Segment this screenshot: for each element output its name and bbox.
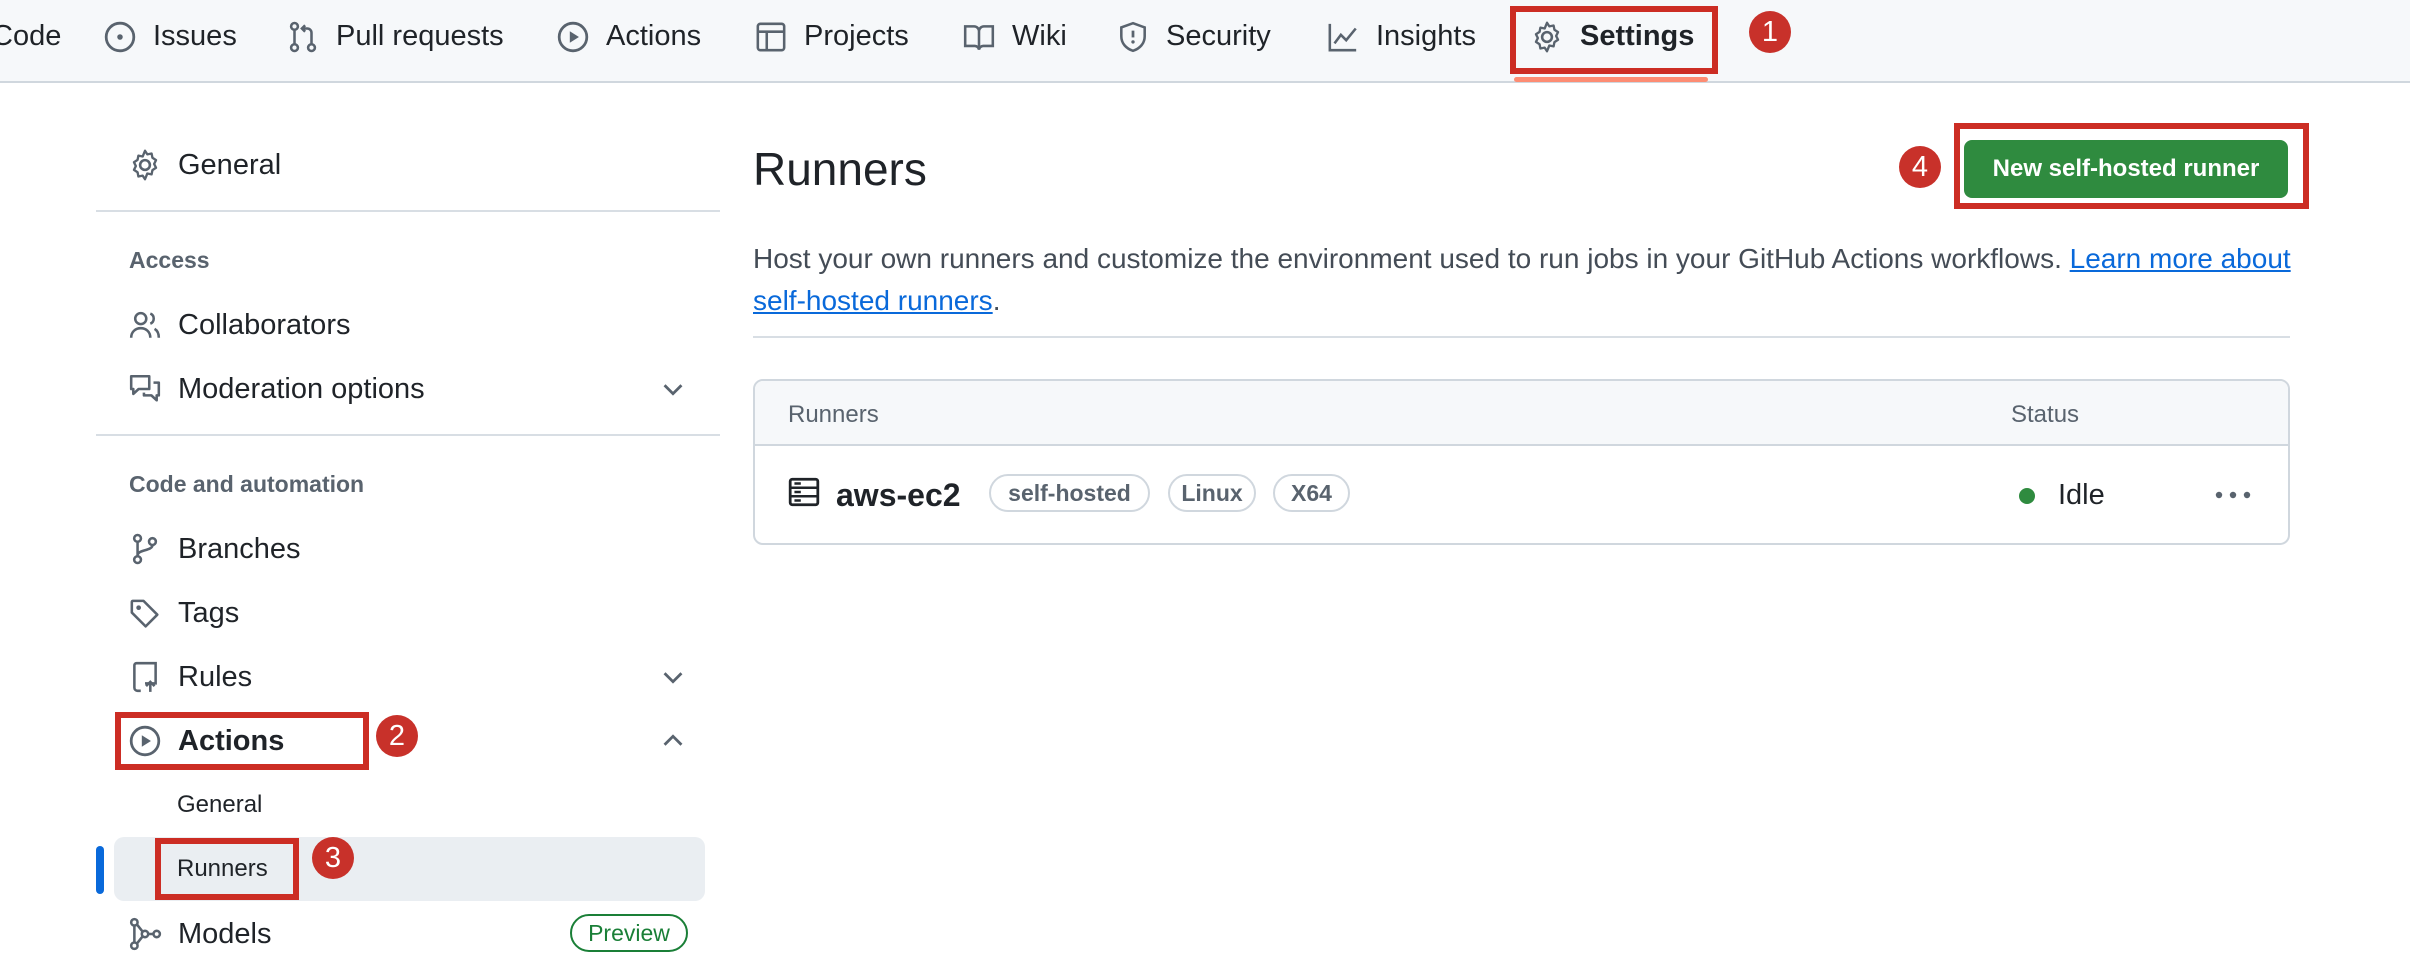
play-icon: [557, 21, 589, 52]
runners-table: Runners Status aws-ec2 self-hosted Linux…: [753, 379, 2290, 545]
annotation-frame-settings: [1510, 6, 1718, 74]
chevron-up-icon[interactable]: [658, 726, 688, 756]
table-header: Runners Status: [755, 381, 2288, 446]
selected-item-marker: [96, 846, 104, 894]
book-icon: [963, 24, 995, 50]
tab-wiki[interactable]: Wiki: [962, 0, 1067, 73]
repo-push-icon: [133, 661, 157, 693]
runner-label-pill: X64: [1273, 474, 1350, 512]
annotation-badge-3: 3: [312, 837, 354, 879]
content-divider: [753, 336, 2290, 338]
repo-nav: Code Issues Pull requests Actions Projec…: [0, 0, 2410, 83]
runner-name-link[interactable]: aws-ec2: [836, 477, 961, 514]
chevron-down-icon[interactable]: [658, 374, 688, 404]
runner-label-pill: Linux: [1168, 474, 1256, 512]
annotation-badge-1: 1: [1749, 11, 1791, 53]
sidebar-heading-access: Access: [129, 247, 210, 273]
column-header-runners: Runners: [788, 401, 879, 428]
runner-label-pill: self-hosted: [989, 474, 1150, 512]
shield-icon: [1120, 21, 1146, 52]
tab-issues[interactable]: Issues: [103, 0, 237, 73]
sidebar-item-rules[interactable]: Rules: [128, 649, 252, 705]
tab-projects[interactable]: Projects: [754, 0, 909, 73]
runner-status: Idle: [2058, 479, 2105, 511]
people-icon: [129, 311, 161, 338]
page-description: Host your own runners and customize the …: [753, 243, 2291, 316]
table-icon: [756, 22, 786, 51]
sidebar-divider: [96, 434, 720, 436]
annotation-badge-2: 2: [376, 715, 418, 757]
issue-opened-icon: [104, 21, 136, 52]
sidebar-divider: [96, 210, 720, 212]
annotation-badge-4: 4: [1899, 146, 1941, 188]
sidebar-subitem-general[interactable]: General: [177, 791, 262, 819]
graph-icon: [1328, 23, 1357, 51]
sidebar-item-general[interactable]: General: [128, 137, 281, 193]
sidebar-item-branches[interactable]: Branches: [128, 521, 301, 577]
preview-badge: Preview: [570, 914, 688, 952]
sidebar-item-moderation[interactable]: Moderation options: [128, 361, 425, 417]
tab-code[interactable]: Code: [0, 0, 61, 73]
tab-actions[interactable]: Actions: [556, 0, 701, 73]
sidebar-item-tags[interactable]: Tags: [128, 585, 239, 641]
tab-security[interactable]: Security: [1116, 0, 1271, 73]
server-icon: [788, 477, 820, 507]
status-indicator-icon: [2019, 488, 2035, 504]
annotation-frame-runners: [155, 838, 299, 900]
page-title: Runners: [753, 143, 927, 195]
tab-insights[interactable]: Insights: [1326, 0, 1476, 73]
column-header-status: Status: [2011, 401, 2080, 428]
tag-icon: [130, 599, 159, 628]
comment-discussion-icon: [129, 374, 161, 402]
git-pull-request-icon: [289, 21, 317, 52]
tab-pull-requests[interactable]: Pull requests: [286, 0, 504, 73]
sidebar-heading-code-automation: Code and automation: [129, 471, 365, 497]
gear-icon: [132, 149, 158, 181]
annotation-frame-new-runner: [1954, 123, 2309, 209]
active-tab-underline: [1514, 77, 1708, 82]
git-branch-icon: [132, 533, 158, 565]
kebab-horizontal-icon[interactable]: [2213, 483, 2253, 507]
chevron-down-icon[interactable]: [658, 662, 688, 692]
sidebar-item-models[interactable]: Models: [128, 906, 272, 962]
sidebar-item-collaborators[interactable]: Collaborators: [128, 297, 350, 353]
annotation-frame-actions: [115, 712, 369, 770]
ai-model-icon: [129, 917, 162, 951]
